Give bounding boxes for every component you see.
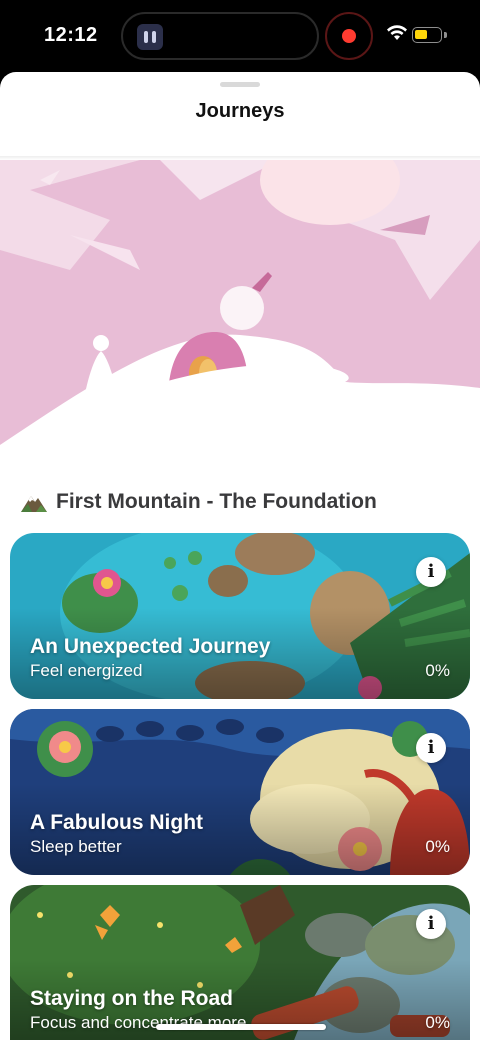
journey-subtitle: Sleep better bbox=[30, 837, 122, 856]
screen-recording-indicator[interactable] bbox=[325, 12, 373, 60]
info-button[interactable]: i bbox=[416, 909, 446, 939]
info-icon: i bbox=[427, 913, 435, 934]
mountain-icon bbox=[21, 496, 47, 512]
journey-card-unexpected-journey[interactable]: i An Unexpected Journey Feel energized 0… bbox=[10, 533, 470, 699]
wifi-icon bbox=[387, 25, 407, 40]
journey-title: Staying on the Road bbox=[30, 987, 234, 1010]
info-icon: i bbox=[427, 737, 435, 758]
journey-title: A Fabulous Night bbox=[30, 811, 204, 834]
journey-progress: 0% bbox=[425, 661, 450, 680]
now-playing-thumbnail[interactable] bbox=[137, 24, 163, 50]
journey-subtitle: Focus and concentrate more bbox=[30, 1013, 247, 1032]
info-icon: i bbox=[427, 561, 435, 582]
journey-progress: 0% bbox=[425, 837, 450, 856]
status-bar: 12:12 bbox=[0, 0, 480, 72]
journey-title: An Unexpected Journey bbox=[30, 635, 271, 658]
sheet-title: Journeys bbox=[195, 100, 285, 122]
info-button[interactable]: i bbox=[416, 733, 446, 763]
journey-progress: 0% bbox=[425, 1013, 450, 1032]
info-button[interactable]: i bbox=[416, 557, 446, 587]
journey-subtitle: Feel energized bbox=[30, 661, 143, 680]
battery-icon bbox=[412, 27, 442, 43]
record-dot-icon bbox=[342, 29, 356, 43]
section-title: First Mountain - The Foundation bbox=[56, 490, 377, 513]
sheet-grabber[interactable] bbox=[220, 82, 260, 87]
dynamic-island[interactable] bbox=[121, 12, 319, 60]
battery-cap bbox=[444, 32, 447, 38]
journey-card-staying-on-road[interactable]: i Staying on the Road Focus and concentr… bbox=[10, 885, 470, 1040]
journey-card-fabulous-night[interactable]: i A Fabulous Night Sleep better 0% bbox=[10, 709, 470, 875]
section-header: First Mountain - The Foundation bbox=[20, 490, 377, 514]
status-time: 12:12 bbox=[44, 24, 98, 46]
hero-illustration bbox=[0, 160, 480, 460]
home-indicator[interactable] bbox=[156, 1024, 326, 1030]
